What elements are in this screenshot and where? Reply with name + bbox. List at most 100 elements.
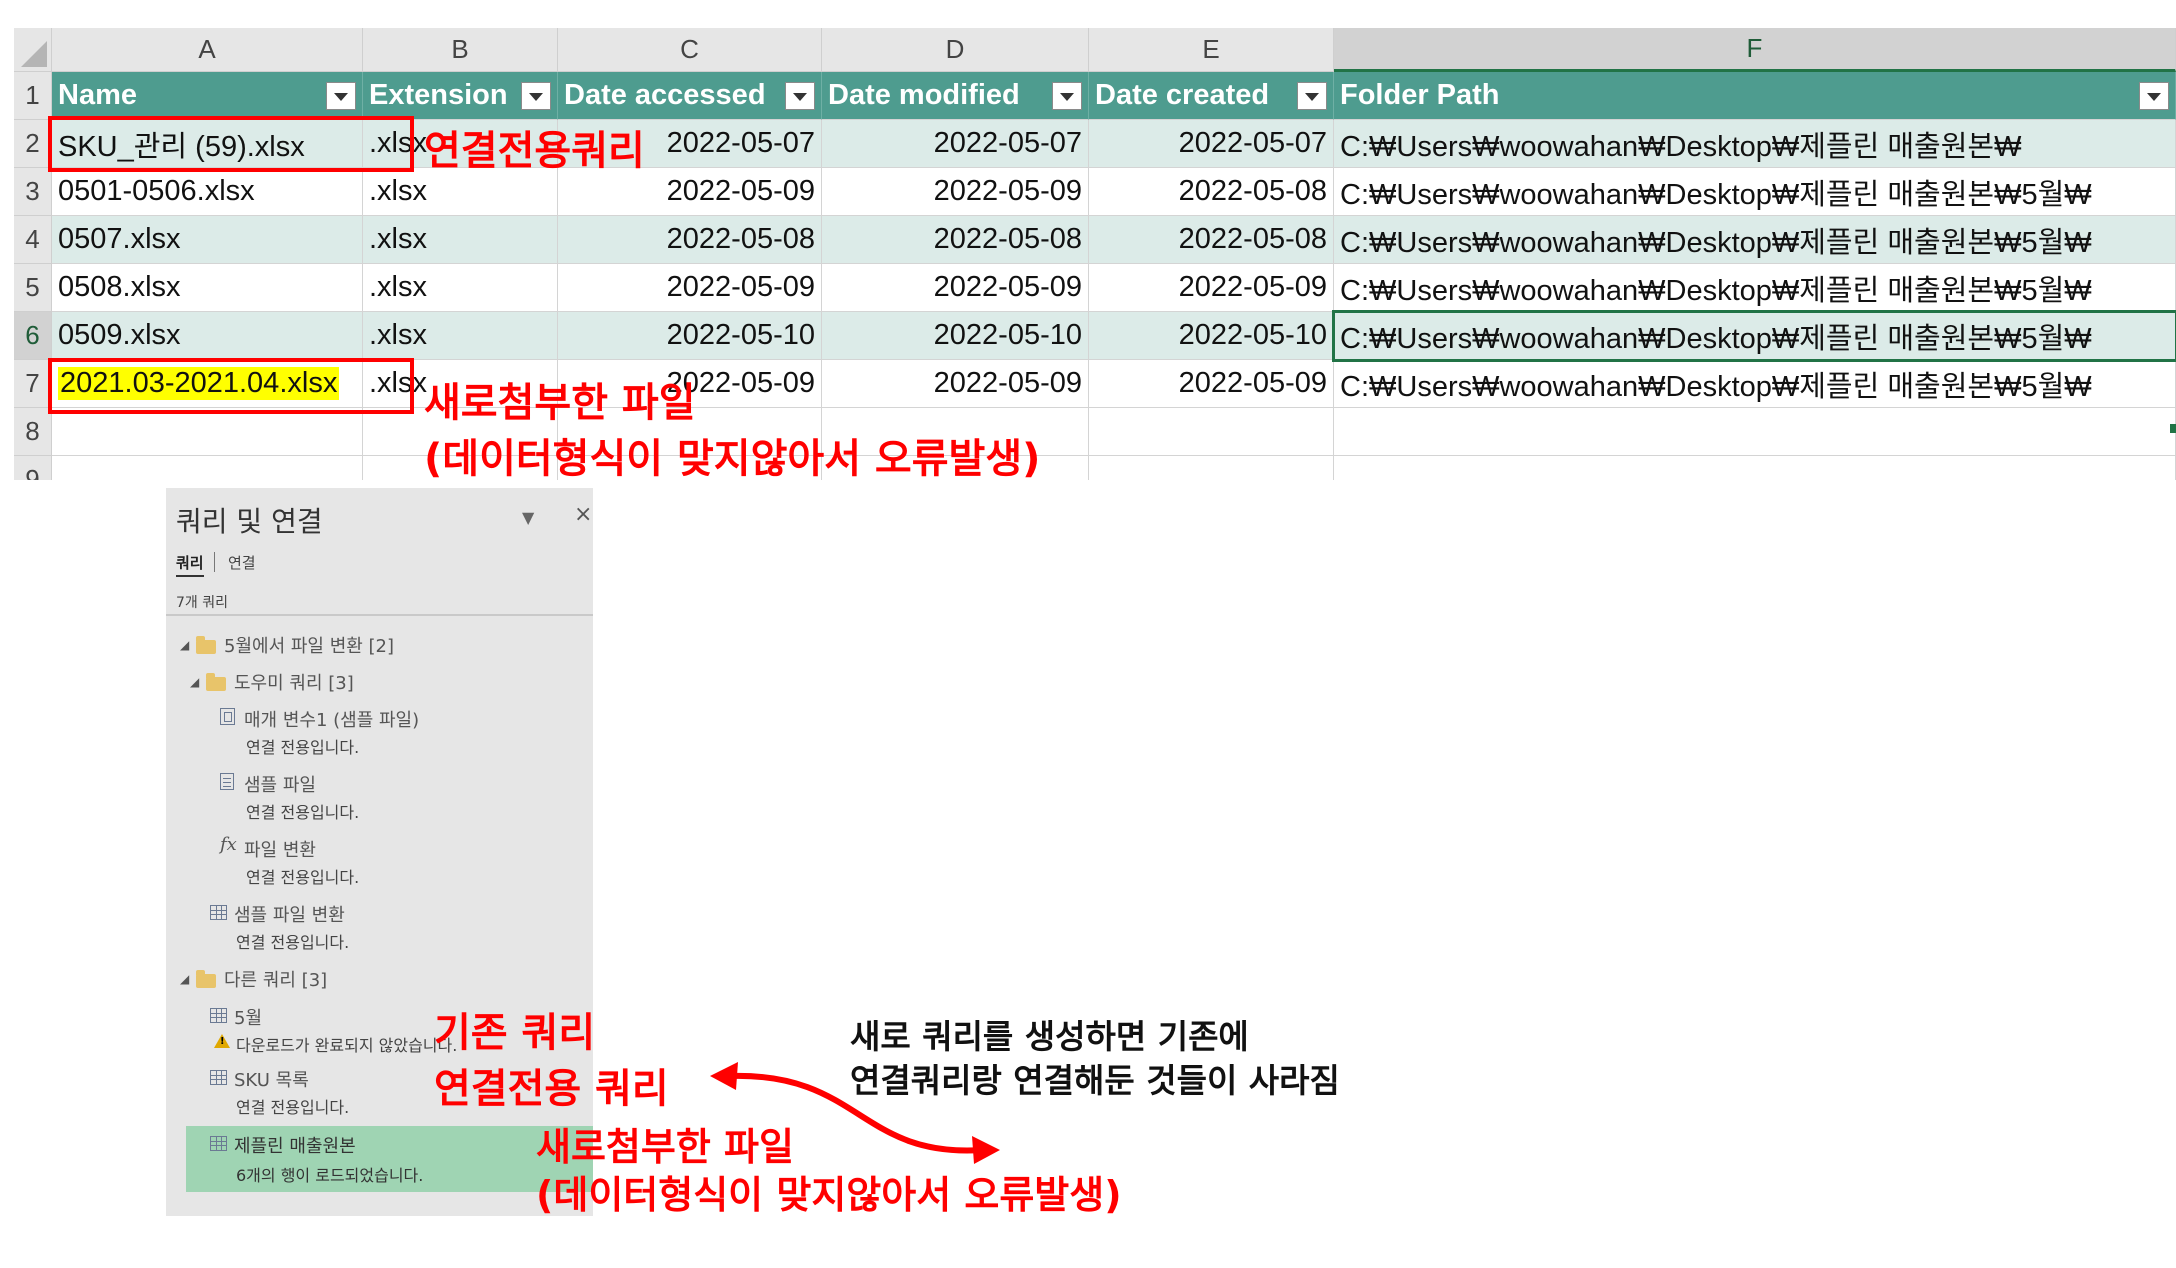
query-group-helper[interactable]: 도우미 쿼리 [3] xyxy=(234,669,354,695)
empty-cell[interactable] xyxy=(1334,408,2176,456)
row-header-7[interactable]: 7 xyxy=(14,360,52,408)
folder-icon xyxy=(196,970,216,988)
table-cell[interactable]: .xlsx xyxy=(363,264,558,312)
header-label: Date created xyxy=(1095,79,1270,111)
query-item-name[interactable]: SKU 목록 xyxy=(234,1066,309,1092)
table-cell[interactable]: 2022-05-08 xyxy=(1089,216,1334,264)
table-cell[interactable]: 0501-0506.xlsx xyxy=(52,168,363,216)
pane-title: 쿼리 및 연결 xyxy=(176,505,323,538)
row-header-8[interactable]: 8 xyxy=(14,408,52,456)
query-item-status: 연결 전용입니다. xyxy=(246,803,360,822)
collapse-triangle-icon[interactable]: ◢ xyxy=(190,675,199,689)
row-header-2[interactable]: 2 xyxy=(14,120,52,168)
query-group-may-transform[interactable]: 5월에서 파일 변환 [2] xyxy=(224,632,394,658)
table-header-folder-path[interactable]: Folder Path xyxy=(1334,72,2176,120)
empty-cell[interactable] xyxy=(1089,408,1334,456)
table-cell[interactable]: 2022-05-08 xyxy=(1089,168,1334,216)
filter-dropdown-icon[interactable] xyxy=(521,81,551,110)
table-cell[interactable]: 0509.xlsx xyxy=(52,312,363,360)
column-header-f[interactable]: F xyxy=(1334,28,2176,72)
table-cell[interactable]: 2022-05-09 xyxy=(822,360,1089,408)
table-cell[interactable]: 2022-05-08 xyxy=(822,216,1089,264)
table-cell[interactable]: 0508.xlsx xyxy=(52,264,363,312)
table-cell[interactable]: C:₩Users₩woowahan₩Desktop₩제플린 매출원본₩5월₩ xyxy=(1334,168,2176,216)
row-header-9[interactable]: 9 xyxy=(14,456,52,480)
empty-cell[interactable] xyxy=(52,408,363,456)
annotation-connection-query: 연결전용 쿼리 xyxy=(434,1066,669,1112)
query-item-status: 다운로드가 완료되지 않았습니다. xyxy=(236,1036,458,1055)
collapse-triangle-icon[interactable]: ◢ xyxy=(180,638,189,652)
chevron-down-icon[interactable]: ▼ xyxy=(522,508,534,527)
table-cell[interactable]: 0507.xlsx xyxy=(52,216,363,264)
row-header-5[interactable]: 5 xyxy=(14,264,52,312)
row-header-4[interactable]: 4 xyxy=(14,216,52,264)
query-item-name[interactable]: 샘플 파일 변환 xyxy=(234,901,345,927)
table-cell[interactable]: 2022-05-09 xyxy=(1089,264,1334,312)
tab-queries[interactable]: 쿼리 xyxy=(176,552,204,577)
collapse-triangle-icon[interactable]: ◢ xyxy=(180,972,189,986)
filter-dropdown-icon[interactable] xyxy=(2139,81,2169,110)
table-cell[interactable]: 2022-05-08 xyxy=(558,216,822,264)
table-cell[interactable]: 2022-05-07 xyxy=(822,120,1089,168)
table-header-date-modified[interactable]: Date modified xyxy=(822,72,1089,120)
empty-cell[interactable] xyxy=(1334,456,2176,480)
filter-dropdown-icon[interactable] xyxy=(326,81,356,110)
column-header-c[interactable]: C xyxy=(558,28,822,72)
table-cell[interactable]: C:₩Users₩woowahan₩Desktop₩제플린 매출원본₩5월₩ xyxy=(1334,264,2176,312)
table-cell[interactable]: 2022-05-10 xyxy=(558,312,822,360)
table-icon xyxy=(210,905,227,920)
table-cell[interactable]: 2022-05-09 xyxy=(822,264,1089,312)
close-icon[interactable]: × xyxy=(574,502,592,527)
query-item-status: 연결 전용입니다. xyxy=(236,933,350,952)
active-cell-selection xyxy=(1332,310,2176,362)
function-icon: fx xyxy=(220,834,237,855)
table-cell[interactable]: C:₩Users₩woowahan₩Desktop₩제플린 매출원본₩ xyxy=(1334,120,2176,168)
table-cell[interactable]: 2022-05-09 xyxy=(1089,360,1334,408)
row-header-1[interactable]: 1 xyxy=(14,72,52,120)
document-icon xyxy=(220,773,234,790)
annotation-error-note: (데이터형식이 맞지않아서 오류발생) xyxy=(424,436,1041,482)
column-header-a[interactable]: A xyxy=(52,28,363,72)
column-header-e[interactable]: E xyxy=(1089,28,1334,72)
query-item-name[interactable]: 5월 xyxy=(234,1004,262,1030)
table-cell[interactable]: .xlsx xyxy=(363,312,558,360)
header-label: Date accessed xyxy=(564,79,766,111)
column-header-d[interactable]: D xyxy=(822,28,1089,72)
empty-cell[interactable] xyxy=(52,456,363,480)
tab-connections[interactable]: 연결 xyxy=(228,552,256,573)
select-all-corner[interactable] xyxy=(14,28,52,72)
parameter-icon xyxy=(220,708,235,725)
table-cell[interactable]: C:₩Users₩woowahan₩Desktop₩제플린 매출원본₩5월₩ xyxy=(1334,360,2176,408)
table-cell[interactable]: .xlsx xyxy=(363,216,558,264)
query-item-status: 연결 전용입니다. xyxy=(246,738,360,757)
table-resize-handle[interactable] xyxy=(2170,424,2176,433)
table-header-date-created[interactable]: Date created xyxy=(1089,72,1334,120)
table-icon xyxy=(210,1136,227,1151)
row-header-3[interactable]: 3 xyxy=(14,168,52,216)
filter-dropdown-icon[interactable] xyxy=(1052,81,1082,110)
header-label: Extension xyxy=(369,79,508,111)
table-header-name[interactable]: Name xyxy=(52,72,363,120)
header-label: Name xyxy=(58,79,137,111)
table-header-date-accessed[interactable]: Date accessed xyxy=(558,72,822,120)
filter-dropdown-icon[interactable] xyxy=(785,81,815,110)
query-item-name[interactable]: 파일 변환 xyxy=(244,836,316,862)
table-cell[interactable]: 2022-05-09 xyxy=(822,168,1089,216)
query-item-name[interactable]: 샘플 파일 xyxy=(244,771,316,797)
empty-cell[interactable] xyxy=(1089,456,1334,480)
table-cell[interactable]: 2022-05-10 xyxy=(1089,312,1334,360)
annotation-box-new-file-row xyxy=(48,358,414,414)
table-cell[interactable]: 2022-05-09 xyxy=(558,264,822,312)
table-cell[interactable]: C:₩Users₩woowahan₩Desktop₩제플린 매출원본₩5월₩ xyxy=(1334,216,2176,264)
table-cell[interactable]: 2022-05-07 xyxy=(1089,120,1334,168)
table-cell[interactable]: 2022-05-10 xyxy=(822,312,1089,360)
header-label: Folder Path xyxy=(1340,79,1500,111)
filter-dropdown-icon[interactable] xyxy=(1297,81,1327,110)
row-header-6[interactable]: 6 xyxy=(14,312,52,360)
table-header-extension[interactable]: Extension xyxy=(363,72,558,120)
query-item-name[interactable]: 제플린 매출원본 xyxy=(234,1132,356,1158)
column-header-b[interactable]: B xyxy=(363,28,558,72)
query-item-name[interactable]: 매개 변수1 (샘플 파일) xyxy=(244,706,419,732)
annotation-error-bottom: (데이터형식이 맞지않아서 오류발생) xyxy=(536,1173,1122,1217)
query-group-other[interactable]: 다른 쿼리 [3] xyxy=(224,966,327,992)
